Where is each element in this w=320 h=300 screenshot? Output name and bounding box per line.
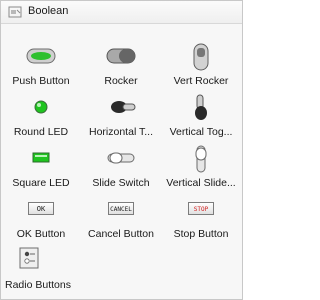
vertical-slide-label: Vertical Slide... [166, 177, 236, 189]
cancel-button-item[interactable]: CANCEL Cancel Button [81, 195, 161, 247]
vert-rocker-item[interactable]: Vert Rocker [161, 42, 241, 94]
horizontal-toggle-icon [111, 101, 136, 113]
rocker-switch-icon [106, 48, 136, 64]
radio-buttons-item[interactable]: Radio Buttons [1, 246, 81, 298]
push-button-icon [26, 48, 56, 64]
vert-rocker-label: Vert Rocker [173, 75, 229, 87]
vertical-rocker-icon [193, 43, 209, 71]
square-led-icon [32, 152, 50, 163]
ok-button-item[interactable]: OK OK Button [1, 195, 81, 247]
radio-buttons-icon [19, 247, 39, 269]
ok-button-icon: OK [28, 202, 54, 215]
push-button-label: Push Button [12, 75, 70, 87]
palette-title: Boolean [28, 5, 69, 17]
stop-button-label: Stop Button [173, 228, 229, 240]
stop-button-icon: STOP [188, 202, 214, 215]
round-led-item[interactable]: Round LED [1, 93, 81, 145]
radio-buttons-label: Radio Buttons [5, 279, 71, 291]
horizontal-toggle-label: Horizontal T... [89, 126, 153, 138]
square-led-label: Square LED [12, 177, 70, 189]
slide-switch-item[interactable]: Slide Switch [81, 144, 161, 196]
ok-button-label: OK Button [16, 228, 66, 240]
cancel-button-icon: CANCEL [108, 202, 134, 215]
boolean-palette-icon [8, 6, 22, 18]
square-led-item[interactable]: Square LED [1, 144, 81, 196]
round-led-label: Round LED [13, 126, 69, 138]
round-led-icon [34, 100, 48, 114]
slide-switch-label: Slide Switch [92, 177, 150, 189]
cancel-button-label: Cancel Button [88, 228, 154, 240]
slide-switch-icon [107, 152, 135, 164]
push-button-item[interactable]: Push Button [1, 42, 81, 94]
palette-title-bar: Boolean [1, 1, 242, 24]
vertical-toggle-icon [195, 94, 207, 120]
stop-button-item[interactable]: STOP Stop Button [161, 195, 241, 247]
horizontal-toggle-item[interactable]: Horizontal T... [81, 93, 161, 145]
vertical-toggle-item[interactable]: Vertical Tog... [161, 93, 241, 145]
vertical-toggle-label: Vertical Tog... [169, 126, 233, 138]
boolean-palette-window: Boolean Push Button Rocker Vert Rocker R… [0, 0, 243, 300]
vertical-slide-icon [195, 145, 207, 173]
boolean-palette: Push Button Rocker Vert Rocker Round LED [1, 24, 242, 299]
vertical-slide-item[interactable]: Vertical Slide... [161, 144, 241, 196]
rocker-label: Rocker [104, 75, 138, 87]
rocker-item[interactable]: Rocker [81, 42, 161, 94]
